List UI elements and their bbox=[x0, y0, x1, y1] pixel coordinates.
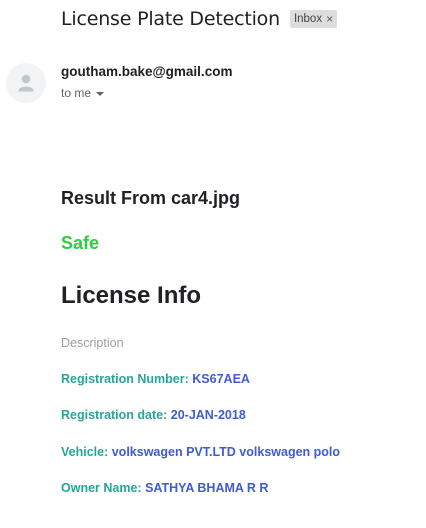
field-value: SATHYA BHAMA R R bbox=[145, 481, 269, 495]
license-info-heading: License Info bbox=[61, 282, 202, 309]
registration-date-field: Registration date: 20-JAN-2018 bbox=[61, 408, 246, 422]
caret-down-icon bbox=[96, 91, 105, 96]
field-value: 20-JAN-2018 bbox=[170, 408, 246, 422]
field-value: volkswagen PVT.LTD volkswagen polo bbox=[111, 445, 341, 459]
email-subject-row: License Plate Detection Inbox × bbox=[61, 8, 338, 30]
result-title: Result From car4.jpg bbox=[61, 188, 241, 208]
recipient-details-toggle[interactable]: to me bbox=[61, 86, 105, 100]
person-icon bbox=[18, 74, 34, 92]
recipient-line: to me bbox=[61, 86, 92, 100]
field-label: Vehicle: bbox=[61, 445, 109, 459]
vehicle-field: Vehicle: volkswagen PVT.LTD volkswagen p… bbox=[61, 445, 340, 459]
close-icon[interactable]: × bbox=[326, 12, 333, 26]
sender-email[interactable]: goutham.bake@gmail.com bbox=[61, 64, 232, 79]
email-subject: License Plate Detection bbox=[61, 8, 280, 30]
status-text: Safe bbox=[61, 233, 100, 253]
description-label: Description bbox=[61, 336, 124, 350]
registration-number-field: Registration Number: KS67AEA bbox=[61, 372, 250, 386]
inbox-label-text: Inbox bbox=[293, 13, 323, 25]
sender-avatar[interactable] bbox=[6, 63, 46, 103]
field-label: Registration date: bbox=[61, 408, 168, 422]
owner-name-field: Owner Name: SATHYA BHAMA R R bbox=[61, 481, 268, 495]
inbox-label-chip[interactable]: Inbox × bbox=[289, 10, 338, 28]
field-label: Owner Name: bbox=[61, 481, 142, 495]
field-value: KS67AEA bbox=[192, 372, 250, 386]
field-label: Registration Number: bbox=[61, 372, 189, 386]
